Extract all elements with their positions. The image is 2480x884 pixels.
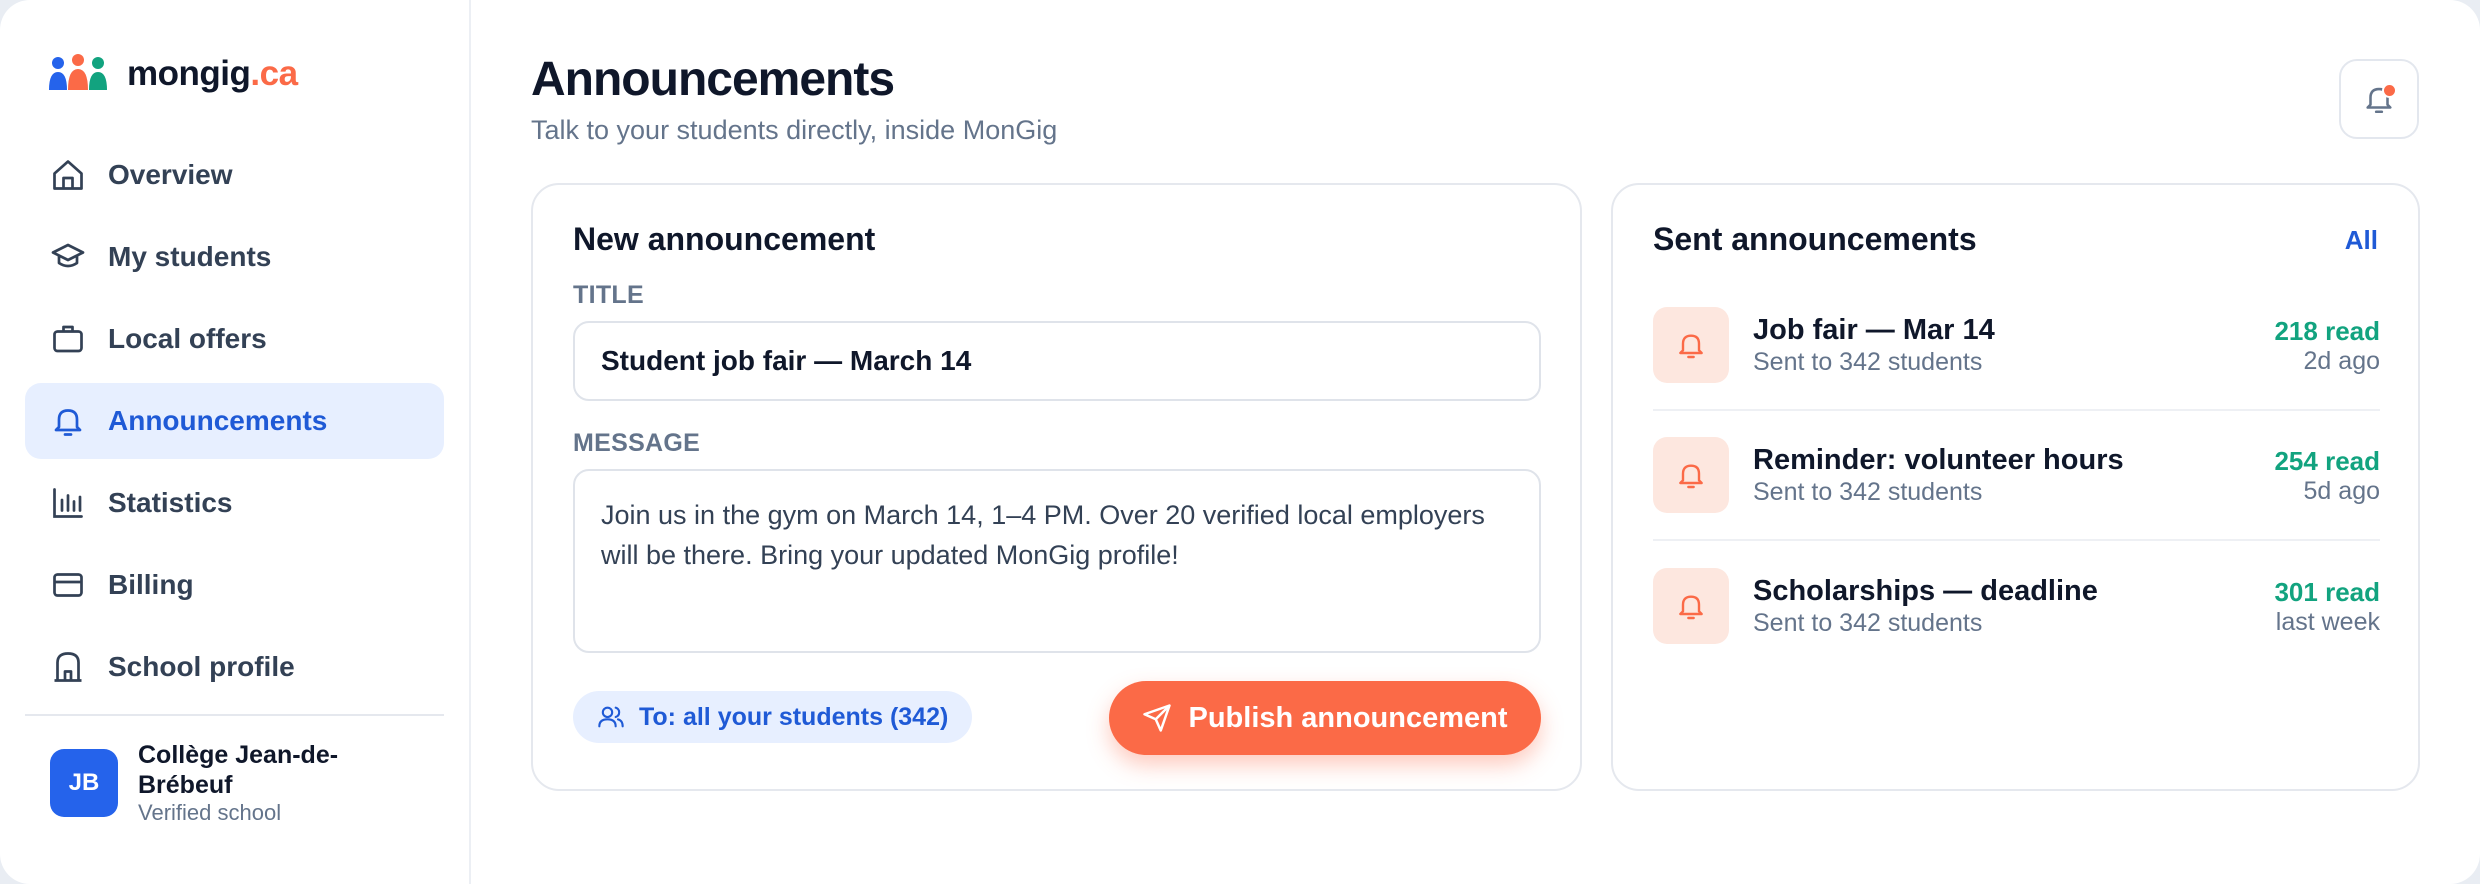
school-account[interactable]: JB Collège Jean-de-Brébeuf Verified scho… xyxy=(50,740,368,826)
card-title: Sent announcements xyxy=(1653,221,1977,257)
sidebar-item-billing[interactable]: Billing xyxy=(25,547,444,623)
school-name: Collège Jean-de-Brébeuf xyxy=(138,741,339,799)
new-announcement-card: New announcement TITLE Student job fair … xyxy=(531,183,1582,791)
page-subtitle: Talk to your students directly, inside M… xyxy=(531,115,1058,145)
sidebar: mongig.ca Overview My students Local off… xyxy=(0,0,471,884)
sidebar-item-my-students[interactable]: My students xyxy=(25,219,444,295)
send-icon xyxy=(1143,704,1172,732)
announcement-icon xyxy=(1653,437,1729,513)
sidebar-nav: Overview My students Local offers Announ… xyxy=(25,137,444,711)
sidebar-item-statistics[interactable]: Statistics xyxy=(25,465,444,541)
sidebar-item-local-offers[interactable]: Local offers xyxy=(25,301,444,377)
sidebar-divider xyxy=(25,714,444,716)
card-title: New announcement xyxy=(573,221,876,257)
users-icon xyxy=(598,706,624,728)
announcement-recipients: Sent to 342 students xyxy=(1753,348,1983,376)
school-status: Verified school xyxy=(138,800,282,825)
main-content: Announcements Talk to your students dire… xyxy=(471,0,2480,884)
list-item[interactable]: Scholarships — deadline Sent to 342 stud… xyxy=(1653,541,2380,671)
bell-icon xyxy=(1679,595,1703,620)
sidebar-item-overview[interactable]: Overview xyxy=(25,137,444,213)
sidebar-item-announcements[interactable]: Announcements xyxy=(25,383,444,459)
credit-card-icon xyxy=(53,573,83,597)
read-count: 218 read xyxy=(2274,316,2380,346)
announcement-recipients: Sent to 342 students xyxy=(1753,609,1983,637)
sidebar-item-school-profile[interactable]: School profile xyxy=(25,629,444,705)
school-building-icon xyxy=(54,652,82,682)
publish-label: Publish announcement xyxy=(1188,701,1508,734)
list-item[interactable]: Job fair — Mar 14 Sent to 342 students 2… xyxy=(1653,281,2380,411)
app-window: mongig.ca Overview My students Local off… xyxy=(0,0,2480,884)
read-count: 254 read xyxy=(2274,446,2380,476)
publish-announcement-button[interactable]: Publish announcement xyxy=(1109,681,1541,755)
page-title: Announcements xyxy=(531,53,895,106)
briefcase-icon xyxy=(53,325,83,353)
notifications-button[interactable] xyxy=(2339,59,2419,139)
announcement-icon xyxy=(1653,568,1729,644)
avatar: JB xyxy=(50,749,118,817)
announcement-icon xyxy=(1653,307,1729,383)
sidebar-item-label: Announcements xyxy=(108,405,328,436)
sidebar-item-label: Local offers xyxy=(108,323,267,354)
bar-chart-icon xyxy=(53,488,83,518)
sidebar-item-label: School profile xyxy=(108,651,295,682)
sidebar-item-label: My students xyxy=(108,241,272,272)
graduation-cap-icon xyxy=(51,243,85,268)
announcement-recipients: Sent to 342 students xyxy=(1753,478,1983,506)
people-logo-icon xyxy=(49,54,107,90)
list-item[interactable]: Reminder: volunteer hours Sent to 342 st… xyxy=(1653,411,2380,541)
sent-time: 5d ago xyxy=(2303,477,2380,505)
message-textarea[interactable]: Join us in the gym on March 14, 1–4 PM. … xyxy=(573,469,1541,653)
sent-announcements-card: Sent announcements All Job fair — Mar 14… xyxy=(1611,183,2420,791)
audience-label: To: all your students (342) xyxy=(639,702,949,731)
sent-time: last week xyxy=(2275,608,2380,636)
title-label: TITLE xyxy=(573,281,644,309)
bell-icon xyxy=(1679,464,1703,489)
announcement-title: Job fair — Mar 14 xyxy=(1753,314,1995,346)
unread-dot xyxy=(2382,83,2397,98)
message-label: MESSAGE xyxy=(573,429,701,457)
sidebar-item-label: Overview xyxy=(108,159,233,190)
bell-icon xyxy=(1679,334,1703,359)
title-input[interactable]: Student job fair — March 14 xyxy=(573,321,1541,401)
bell-icon xyxy=(54,409,82,436)
home-icon xyxy=(53,160,83,190)
brand-wordmark: mongig.ca xyxy=(127,54,298,93)
read-count: 301 read xyxy=(2274,577,2380,607)
logo[interactable]: mongig.ca xyxy=(49,54,298,94)
audience-chip[interactable]: To: all your students (342) xyxy=(573,691,973,743)
view-all-link[interactable]: All xyxy=(2345,225,2378,256)
sent-time: 2d ago xyxy=(2303,347,2380,375)
sidebar-item-label: Statistics xyxy=(108,487,233,518)
sidebar-item-label: Billing xyxy=(108,569,194,600)
announcement-title: Reminder: volunteer hours xyxy=(1753,444,2124,476)
announcement-title: Scholarships — deadline xyxy=(1753,575,2098,607)
